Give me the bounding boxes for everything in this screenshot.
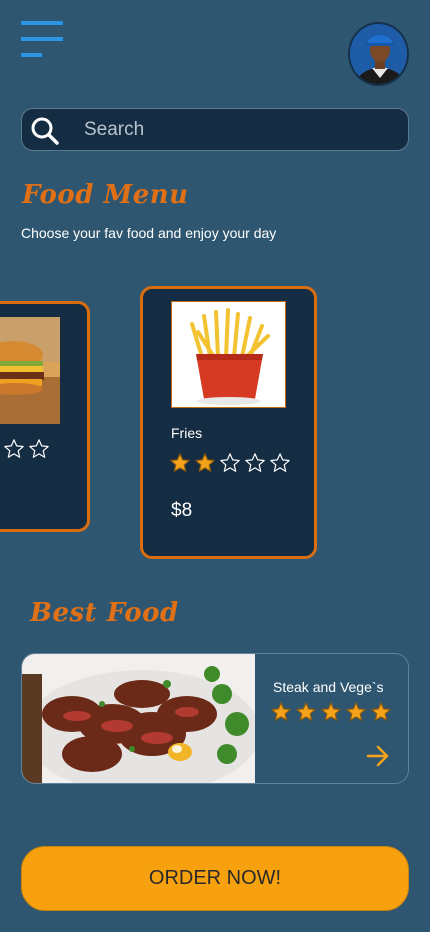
star-empty-icon [4, 439, 24, 458]
avatar[interactable] [348, 22, 409, 86]
star-filled-icon [296, 702, 316, 721]
star-empty-icon [29, 439, 49, 458]
menu-line-2 [21, 37, 63, 41]
star-empty-icon [220, 453, 240, 472]
search-bar[interactable] [21, 108, 409, 151]
best-food-card[interactable]: Steak and Vege`s [21, 653, 409, 784]
food-menu-subtitle: Choose your fav food and enjoy your day [21, 225, 277, 241]
search-icon [31, 117, 59, 145]
search-input[interactable] [84, 115, 384, 145]
user-avatar-icon [350, 24, 407, 84]
food-card-burger[interactable] [0, 301, 90, 532]
rating-stars [169, 452, 291, 474]
star-filled-icon [195, 453, 215, 472]
rating-stars [0, 438, 50, 460]
food-item-price: $8 [171, 500, 193, 521]
food-card-fries[interactable]: Fries $8 [140, 286, 317, 559]
best-food-name: Steak and Vege`s [273, 679, 384, 695]
burger-image [0, 317, 60, 424]
food-item-name: Fries [171, 425, 203, 441]
star-filled-icon [321, 702, 341, 721]
fries-image [171, 301, 286, 408]
rating-stars [270, 701, 392, 723]
arrow-right-icon[interactable] [365, 743, 391, 769]
star-empty-icon [245, 453, 265, 472]
food-menu-title: Food Menu [22, 180, 189, 210]
best-food-title: Best Food [30, 598, 179, 628]
star-filled-icon [271, 702, 291, 721]
steak-image [22, 654, 260, 783]
star-filled-icon [346, 702, 366, 721]
order-now-button[interactable]: ORDER NOW! [21, 846, 409, 911]
star-filled-icon [170, 453, 190, 472]
star-filled-icon [371, 702, 391, 721]
star-empty-icon [270, 453, 290, 472]
